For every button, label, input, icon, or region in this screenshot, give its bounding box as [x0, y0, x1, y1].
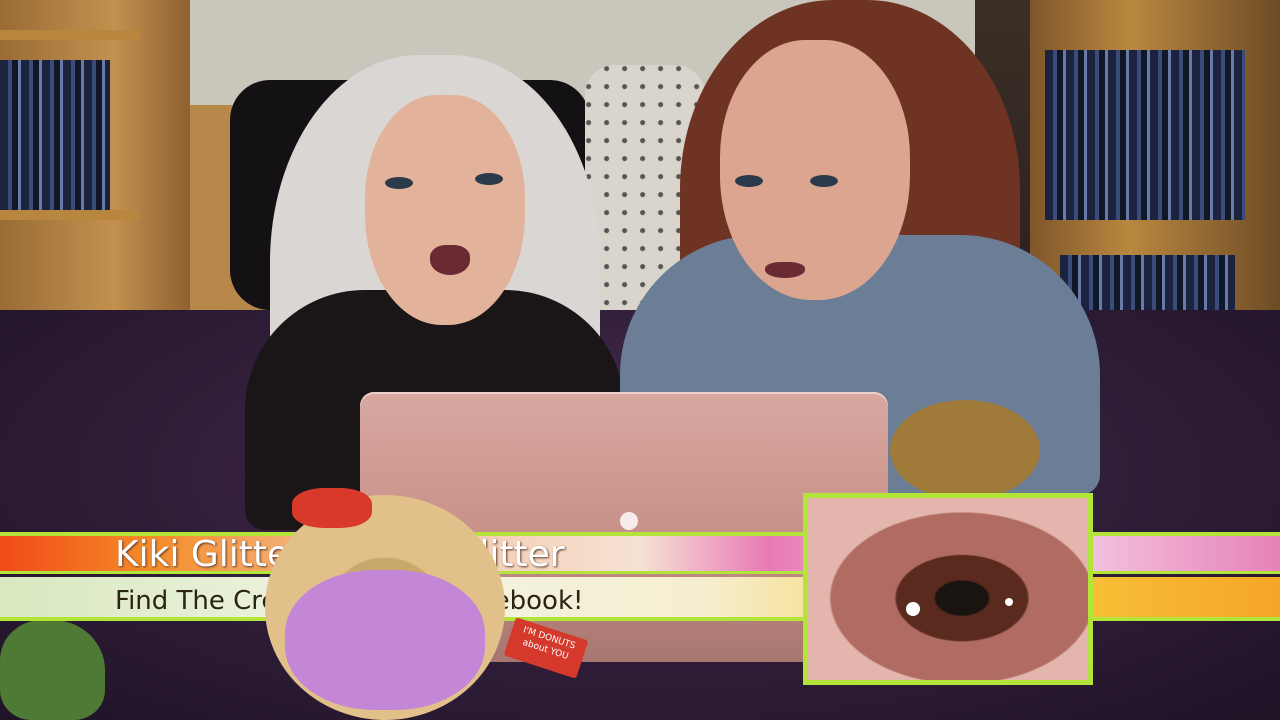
eye-highlight [906, 602, 920, 616]
mouth [430, 245, 470, 275]
plush-toy [890, 400, 1040, 500]
eye [385, 177, 413, 189]
video-frame: Kiki Glitter – Trans Glitter Find The Cr… [0, 0, 1280, 720]
hulk-toy [0, 620, 105, 720]
donut-frosting [285, 570, 485, 710]
donut-bow [292, 488, 372, 528]
shelf-board [0, 210, 140, 220]
books [0, 60, 110, 210]
person-left-face [365, 95, 525, 325]
books [1045, 50, 1245, 220]
eye-glint [1005, 598, 1013, 606]
person-right-face [720, 40, 910, 300]
shelf-board [0, 30, 140, 40]
eye-closeup-inset [803, 493, 1093, 685]
eye [735, 175, 763, 187]
mouth [765, 262, 805, 278]
laptop-logo-icon [620, 512, 638, 530]
eye [475, 173, 503, 185]
eye [810, 175, 838, 187]
